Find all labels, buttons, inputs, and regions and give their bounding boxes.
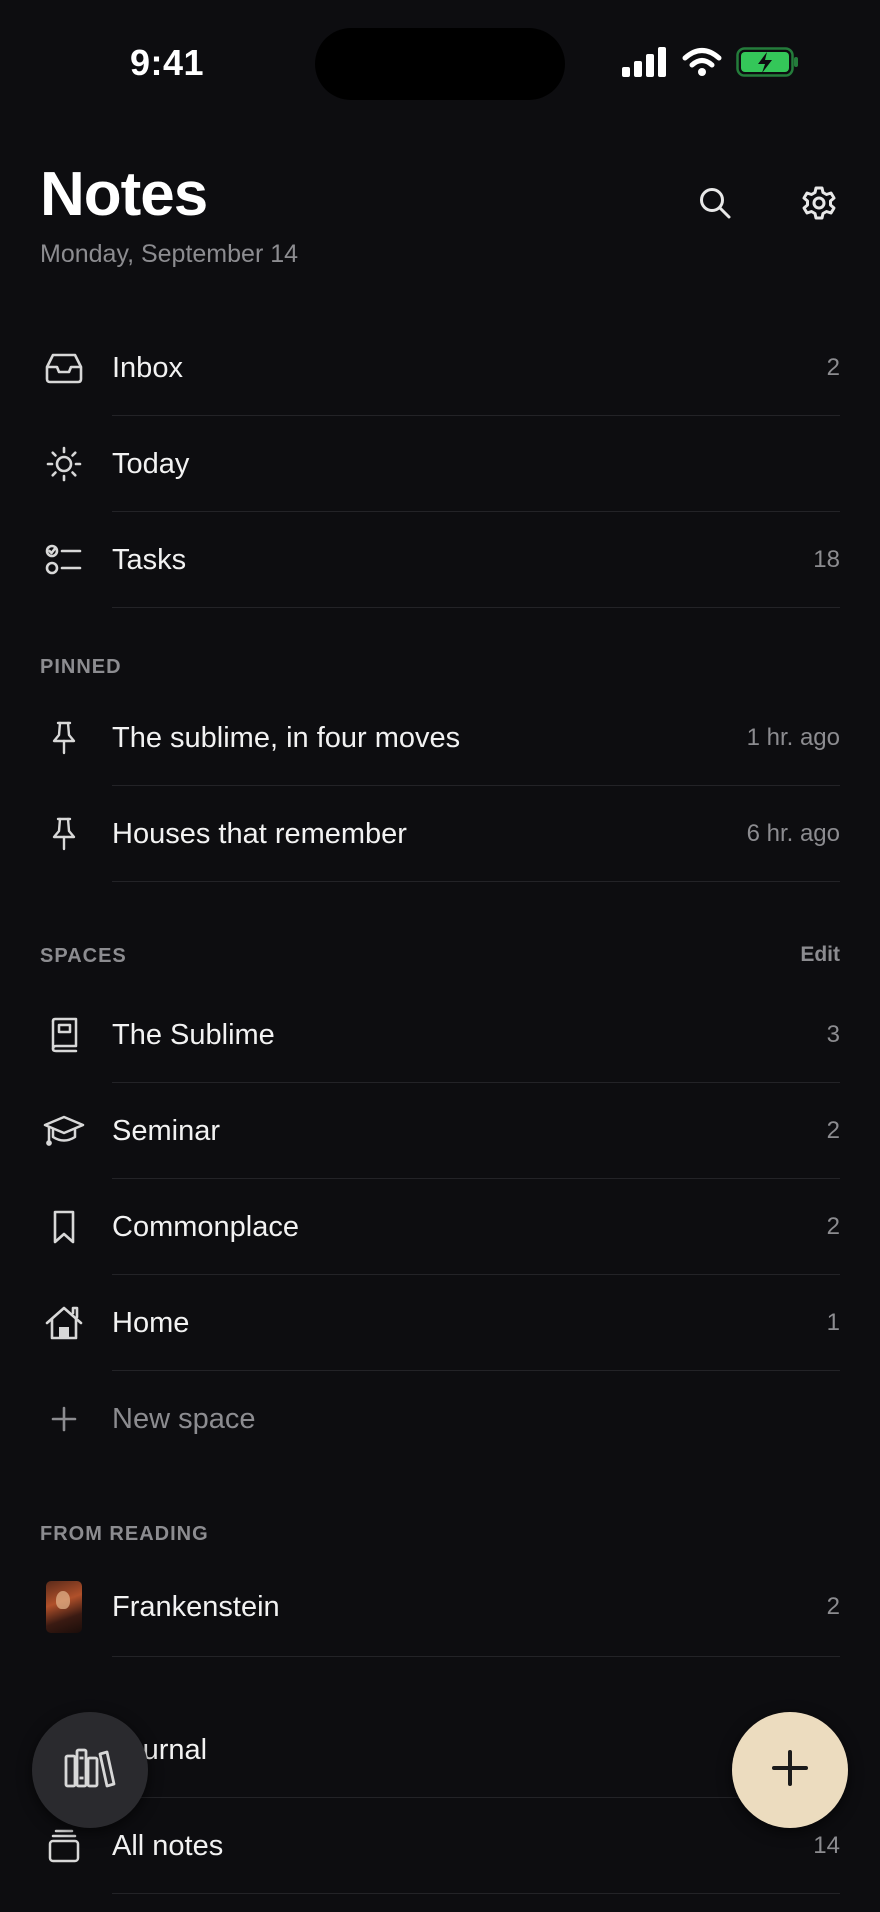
nav-item-label: Today (112, 447, 190, 480)
space-item-count: 2 (826, 1213, 840, 1240)
search-button[interactable] (694, 184, 736, 226)
bookmark-icon (40, 1203, 88, 1251)
wifi-icon (682, 47, 722, 82)
reading-item-count: 2 (826, 1593, 840, 1620)
nav-item-count: 14 (813, 1832, 840, 1859)
checklist-icon (40, 536, 88, 584)
stack-icon (40, 1822, 88, 1870)
pinned-item-time: 6 hr. ago (746, 820, 840, 847)
graduation-cap-icon (40, 1107, 88, 1155)
battery-icon (736, 46, 800, 83)
nav-item-count: 18 (813, 546, 840, 573)
header-actions (694, 184, 840, 226)
pinned-item[interactable]: The sublime, in four moves 1 hr. ago (0, 690, 880, 786)
space-item-count: 3 (826, 1021, 840, 1048)
status-icons (622, 46, 800, 83)
reading-item-frankenstein[interactable]: Frankenstein 2 (0, 1557, 880, 1657)
plus-icon (770, 1748, 810, 1793)
nav-item-tasks[interactable]: Tasks 18 (0, 512, 880, 608)
pinned-section: PINNED The sublime, in four moves 1 hr. … (0, 650, 880, 882)
settings-button[interactable] (798, 184, 840, 226)
spaces-section: SPACES Edit The Sublime 3 Seminar 2 Comm… (0, 939, 880, 1467)
cellular-signal-icon (622, 47, 668, 82)
section-header: PINNED (0, 650, 880, 690)
new-note-button[interactable] (732, 1712, 848, 1828)
reading-item-label: Frankenstein (112, 1590, 280, 1623)
divider (112, 1656, 840, 1657)
book-cover-thumbnail (40, 1581, 88, 1633)
section-header: FROM READING (0, 1517, 880, 1557)
search-icon (698, 186, 732, 225)
space-item-label: Seminar (112, 1114, 220, 1147)
space-item-label: The Sublime (112, 1018, 275, 1051)
space-item-the-sublime[interactable]: The Sublime 3 (0, 987, 880, 1083)
page-date: Monday, September 14 (40, 240, 299, 268)
divider (112, 1893, 840, 1894)
space-item-commonplace[interactable]: Commonplace 2 (0, 1179, 880, 1275)
section-title: FROM READING (40, 1523, 209, 1545)
status-time: 9:41 (130, 42, 205, 83)
space-item-seminar[interactable]: Seminar 2 (0, 1083, 880, 1179)
status-bar: 9:41 (0, 0, 880, 130)
space-item-count: 1 (826, 1309, 840, 1336)
section-title: SPACES (40, 945, 127, 967)
divider (112, 881, 840, 882)
pin-icon (40, 714, 88, 762)
library-icon (63, 1746, 117, 1795)
sun-icon (40, 440, 88, 488)
new-space-button[interactable]: New space (0, 1371, 880, 1467)
pinned-item-time: 1 hr. ago (746, 724, 840, 751)
nav-item-inbox[interactable]: Inbox 2 (0, 320, 880, 416)
main-nav: Inbox 2 Today Tasks 18 (0, 320, 880, 608)
inbox-icon (40, 344, 88, 392)
section-title: PINNED (40, 656, 122, 678)
nav-item-label: All notes (112, 1829, 224, 1862)
space-item-label: Home (112, 1306, 190, 1339)
from-reading-section: FROM READING Frankenstein 2 (0, 1517, 880, 1657)
nav-item-label: Tasks (112, 543, 187, 576)
library-button[interactable] (32, 1712, 148, 1828)
new-space-label: New space (112, 1402, 256, 1435)
space-item-home[interactable]: Home 1 (0, 1275, 880, 1371)
divider (112, 607, 840, 608)
nav-item-today[interactable]: Today (0, 416, 880, 512)
space-item-label: Commonplace (112, 1210, 299, 1243)
pin-icon (40, 810, 88, 858)
nav-item-count: 2 (826, 354, 840, 381)
pinned-item-title: The sublime, in four moves (112, 721, 461, 754)
nav-item-label: Inbox (112, 351, 183, 384)
space-item-count: 2 (826, 1117, 840, 1144)
pinned-item[interactable]: Houses that remember 6 hr. ago (0, 786, 880, 882)
edit-spaces-button[interactable]: Edit (800, 943, 840, 967)
plus-icon (40, 1395, 88, 1443)
section-header: SPACES Edit (0, 939, 880, 979)
house-icon (40, 1299, 88, 1347)
nav-item-all-notes[interactable]: All notes 14 (0, 1798, 880, 1894)
gear-icon (801, 185, 837, 226)
pinned-item-title: Houses that remember (112, 817, 407, 850)
header: Notes Monday, September 14 (40, 160, 840, 269)
dynamic-island (315, 28, 565, 100)
book-icon (40, 1011, 88, 1059)
